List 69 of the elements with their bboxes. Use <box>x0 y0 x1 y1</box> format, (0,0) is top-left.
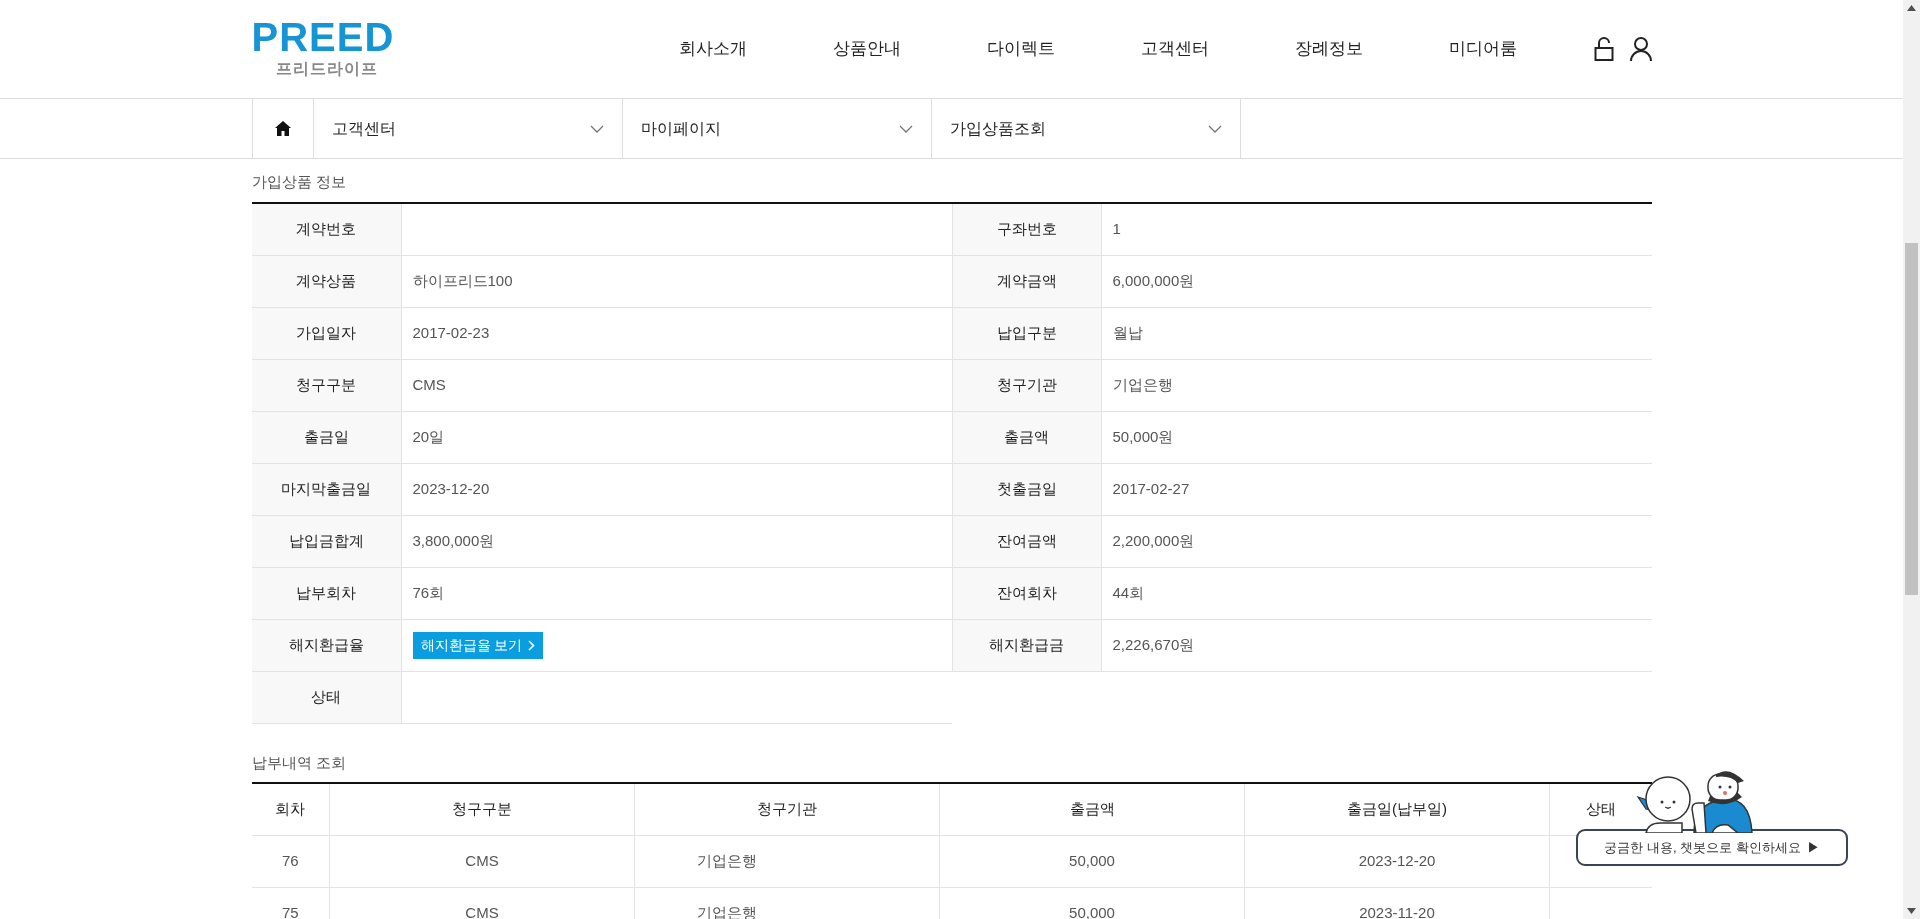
field-value: 2017-02-27 <box>1112 478 1190 499</box>
nav-link[interactable]: 미디어룸 <box>1405 36 1560 62</box>
table-cell: CMS <box>465 851 499 869</box>
field-label: 청구구분 <box>251 359 402 411</box>
scrollbar-thumb[interactable] <box>1905 243 1918 595</box>
field-label: 계약상품 <box>251 255 402 307</box>
field-label: 계약금액 <box>951 255 1102 307</box>
table-cell: 50,000 <box>1069 851 1115 869</box>
chevron-down-icon <box>898 124 913 133</box>
column-header: 출금액 <box>939 783 1245 835</box>
field-value: 2,200,000원 <box>1112 530 1195 551</box>
field-label: 첫출금일 <box>951 463 1102 515</box>
table-cell: 기업은행 <box>697 851 757 869</box>
column-header: 청구구분 <box>329 783 635 835</box>
table-cell: 76 <box>281 851 299 869</box>
field-label: 청구기관 <box>951 359 1102 411</box>
chevron-down-icon <box>1207 124 1222 133</box>
field-label: 계약번호 <box>251 203 402 255</box>
field-label: 납입금합계 <box>251 515 402 567</box>
field-label: 납입구분 <box>951 307 1102 359</box>
field-value: 44회 <box>1112 582 1145 603</box>
section-title: 가입상품 정보 <box>251 172 347 192</box>
field-value: 2017-02-23 <box>412 322 490 343</box>
field-value: 2,226,670원 <box>1112 634 1195 655</box>
scrollbar[interactable] <box>1903 0 1920 919</box>
table-cell: 50,000 <box>1069 903 1115 919</box>
field-value: 6,000,000원 <box>1112 270 1195 291</box>
table-cell: 75 <box>281 903 299 919</box>
table-cell: 2023-12-20 <box>1358 851 1436 869</box>
field-value: 1 <box>1112 218 1121 239</box>
field-label: 납부회차 <box>251 567 402 619</box>
field-label: 잔여회차 <box>951 567 1102 619</box>
scroll-down-icon[interactable] <box>1907 908 1916 914</box>
field-value: 76회 <box>412 582 445 603</box>
field-label: 해지환급율 <box>251 619 402 671</box>
user-icon[interactable] <box>1629 37 1652 61</box>
field-label: 해지환급금 <box>951 619 1102 671</box>
nav-link[interactable]: 고객센터 <box>1097 36 1252 62</box>
column-header: 회차 <box>251 783 330 835</box>
nav-link[interactable]: 다이렉트 <box>943 36 1098 62</box>
field-value: CMS <box>412 374 446 395</box>
field-value: 20일 <box>412 426 445 447</box>
field-label: 구좌번호 <box>951 203 1102 255</box>
chevron-down-icon <box>589 124 604 133</box>
nav-link[interactable]: 회사소개 <box>635 36 790 62</box>
field-label: 출금일 <box>251 411 402 463</box>
field-value: 기업은행 <box>1112 374 1173 395</box>
lock-icon[interactable] <box>1593 37 1614 61</box>
field-label: 상태 <box>251 671 402 723</box>
field-value: 50,000원 <box>1112 426 1174 447</box>
nav-link[interactable]: 상품안내 <box>789 36 944 62</box>
field-value: 2023-12-20 <box>412 478 490 499</box>
field-label: 잔여금액 <box>951 515 1102 567</box>
section-title: 납부내역 조회 <box>251 752 347 773</box>
field-value: 월납 <box>1112 322 1143 343</box>
table-cell: CMS <box>465 903 499 919</box>
logo-subtitle: 프리드라이프 <box>275 59 378 79</box>
field-value: 하이프리드100 <box>412 270 513 291</box>
field-value: 3,800,000원 <box>412 530 495 551</box>
column-header: 출금일(납부일) <box>1244 783 1550 835</box>
field-label: 마지막출금일 <box>251 463 402 515</box>
table-cell: 2023-11-20 <box>1359 903 1435 919</box>
home-icon[interactable] <box>251 99 314 158</box>
column-header: 청구기관 <box>634 783 940 835</box>
chevron-right-icon <box>528 639 536 651</box>
nav-link[interactable]: 장례정보 <box>1251 36 1406 62</box>
scroll-up-icon[interactable] <box>1907 5 1916 11</box>
field-label: 출금액 <box>951 411 1102 463</box>
field-label: 가입일자 <box>251 307 402 359</box>
